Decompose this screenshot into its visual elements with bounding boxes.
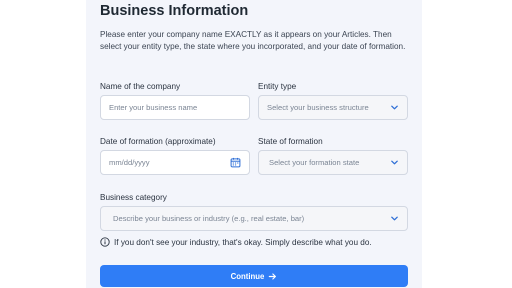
formation-state-select[interactable]: Select your formation state [258,150,408,175]
chevron-down-icon [391,160,398,165]
formation-state-value: Select your formation state [269,158,360,167]
entity-type-value: Select your business structure [267,103,369,112]
formation-date-label: Date of formation (approximate) [100,137,216,146]
entity-type-select[interactable]: Select your business structure [258,95,408,120]
continue-button-label: Continue [230,271,265,281]
continue-button[interactable]: Continue [100,265,408,287]
info-note-text: If you don't see your industry, that's o… [114,237,372,247]
info-note: If you don't see your industry, that's o… [100,237,372,247]
info-icon [100,237,110,247]
company-name-placeholder: Enter your business name [109,103,198,112]
formation-date-placeholder: mm/dd/yyyy [109,158,150,167]
page-title: Business Information [100,3,249,19]
chevron-down-icon [391,105,398,110]
formation-state-label: State of formation [258,137,323,146]
calendar-icon[interactable] [230,157,241,168]
intro-text: Please enter your company name EXACTLY a… [100,30,406,51]
business-category-select[interactable]: Describe your business or industry (e.g.… [100,206,408,231]
arrow-right-icon [269,272,277,280]
business-category-value: Describe your business or industry (e.g.… [113,214,305,223]
company-name-label: Name of the company [100,82,181,91]
formation-date-input[interactable]: mm/dd/yyyy [100,150,250,175]
entity-type-label: Entity type [258,82,297,91]
chevron-down-icon [391,216,398,221]
business-category-label: Business category [100,193,167,202]
company-name-input[interactable]: Enter your business name [100,95,250,120]
